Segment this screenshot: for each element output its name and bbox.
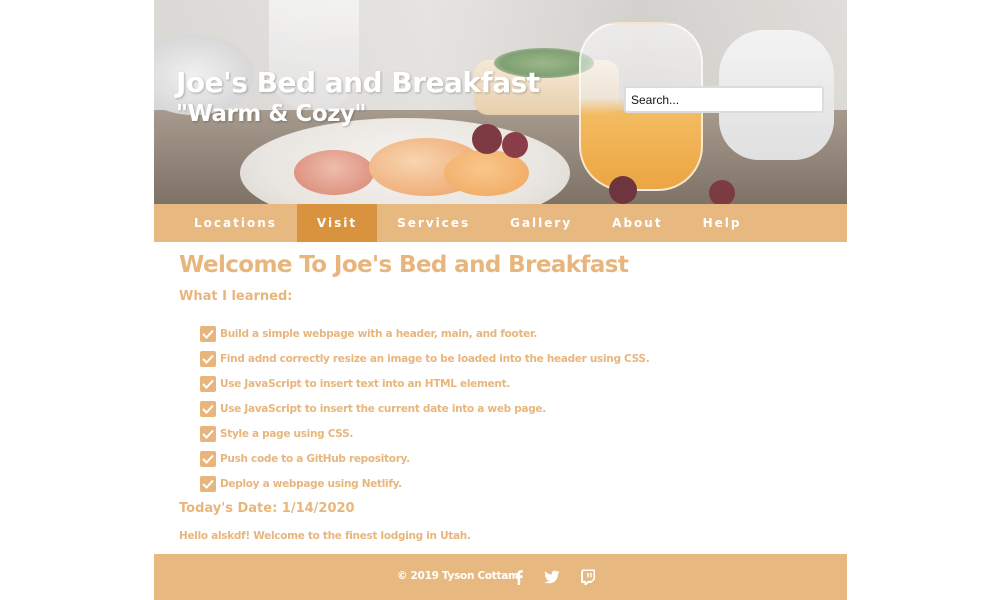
checkmark-icon: [200, 350, 216, 367]
list-item-text: Use JavaScript to insert text into an HT…: [220, 377, 511, 390]
nav-item-locations[interactable]: Locations: [174, 204, 297, 242]
list-item: Build a simple webpage with a header, ma…: [200, 321, 649, 346]
header: Joe's Bed and Breakfast "Warm & Cozy": [154, 0, 847, 204]
list-item-text: Push code to a GitHub repository.: [220, 452, 410, 465]
checkmark-icon: [200, 325, 216, 342]
list-item: Deploy a webpage using Netlify.: [200, 471, 649, 496]
twitch-icon[interactable]: [579, 568, 597, 586]
learned-heading: What I learned:: [179, 289, 293, 304]
welcome-message: Hello alskdf! Welcome to the finest lodg…: [179, 530, 471, 542]
learned-list: Build a simple webpage with a header, ma…: [200, 321, 650, 496]
search-input[interactable]: [624, 86, 824, 113]
facebook-icon[interactable]: [510, 568, 528, 586]
site-tagline: "Warm & Cozy": [176, 101, 366, 127]
list-item-text: Deploy a webpage using Netlify.: [220, 477, 402, 490]
page: Joe's Bed and Breakfast "Warm & Cozy" Lo…: [154, 0, 847, 600]
checkmark-icon: [200, 450, 216, 467]
list-item: Use JavaScript to insert the current dat…: [200, 396, 649, 421]
list-item: Style a page using CSS.: [200, 421, 649, 446]
checkmark-icon: [200, 400, 216, 417]
nav-item-about[interactable]: About: [592, 204, 682, 242]
list-item-text: Find adnd correctly resize an image to b…: [220, 352, 650, 365]
list-item: Push code to a GitHub repository.: [200, 446, 649, 471]
list-item-text: Use JavaScript to insert the current dat…: [220, 402, 546, 415]
list-item-text: Build a simple webpage with a header, ma…: [220, 327, 538, 340]
nav-item-visit[interactable]: Visit: [296, 204, 378, 242]
footer: © 2019 Tyson Cottam: [154, 554, 847, 600]
nav-item-help[interactable]: Help: [683, 204, 762, 242]
twitter-icon[interactable]: [543, 568, 561, 586]
nav-item-gallery[interactable]: Gallery: [490, 204, 592, 242]
checkmark-icon: [200, 475, 216, 492]
list-item: Find adnd correctly resize an image to b…: [200, 346, 650, 371]
date-line: Today's Date: 1/14/2020: [179, 501, 355, 516]
checkmark-icon: [200, 425, 216, 442]
list-item: Use JavaScript to insert text into an HT…: [200, 371, 649, 396]
copyright-text: © 2019 Tyson Cottam: [397, 570, 519, 582]
nav-item-services[interactable]: Services: [377, 204, 490, 242]
main-nav: Locations Visit Services Gallery About H…: [154, 204, 847, 242]
site-title: Joe's Bed and Breakfast: [176, 66, 540, 99]
checkmark-icon: [200, 375, 216, 392]
page-title: Welcome To Joe's Bed and Breakfast: [179, 252, 629, 278]
list-item-text: Style a page using CSS.: [220, 427, 354, 440]
